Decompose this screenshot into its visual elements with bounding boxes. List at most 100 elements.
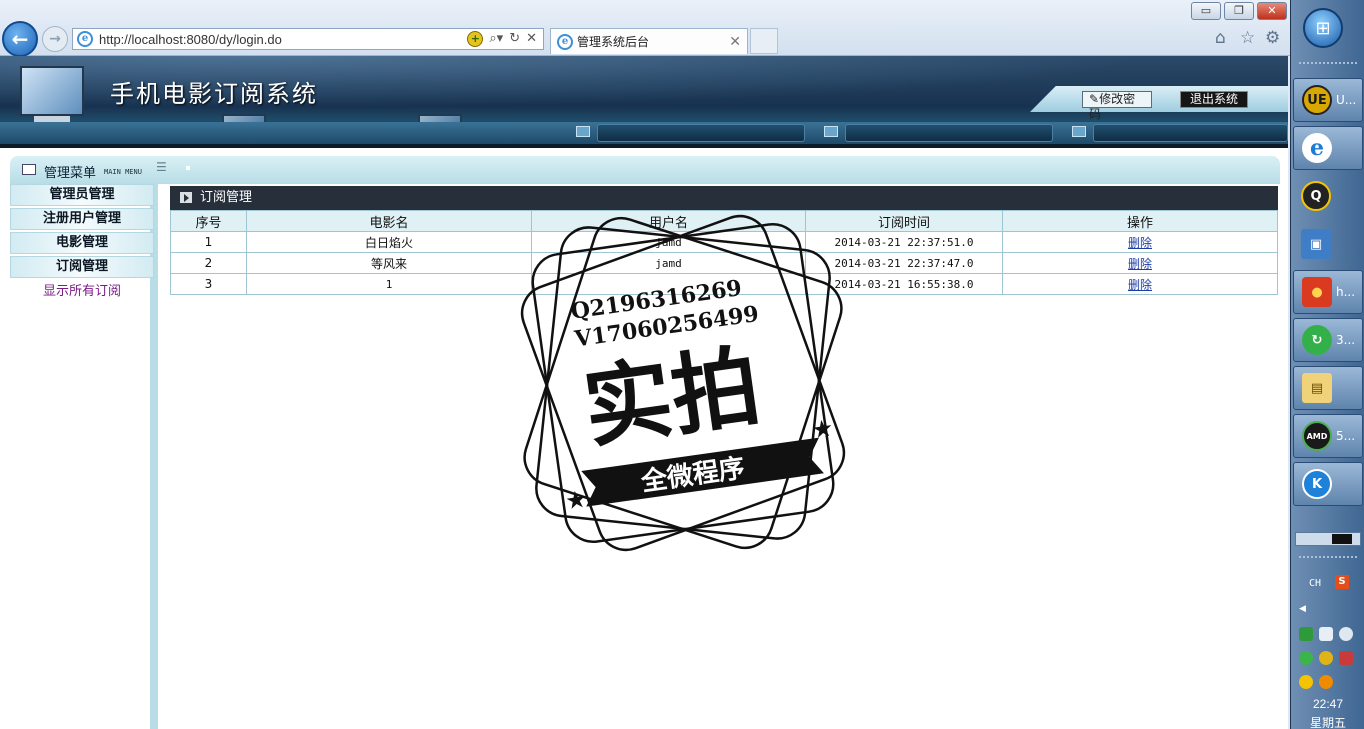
- nav-slot-3[interactable]: [1093, 124, 1288, 142]
- cell-no: 2: [170, 252, 247, 274]
- sidebar-item-movies[interactable]: 电影管理: [10, 232, 154, 254]
- menu-subtitle: MAIN MENU: [104, 168, 142, 176]
- search-icon[interactable]: ⌕▾: [489, 31, 503, 47]
- tab-ie-icon: e: [557, 33, 573, 50]
- sidebar-link-all-subscriptions[interactable]: 显示所有订阅: [10, 280, 154, 299]
- table-row: 1 白日焰火 jamd 2014-03-21 22:37:51.0 删除: [170, 231, 1278, 253]
- delete-link[interactable]: 删除: [1128, 236, 1152, 250]
- taskbar-explorer[interactable]: ▤: [1293, 366, 1363, 410]
- delete-link[interactable]: 删除: [1128, 278, 1152, 292]
- new-tab-button[interactable]: [750, 28, 778, 54]
- cell-movie: 1: [246, 273, 532, 295]
- cell-movie: 白日焰火: [246, 231, 532, 253]
- monitor-logo-icon: [20, 66, 84, 116]
- security-icon[interactable]: [1319, 651, 1333, 665]
- clock-time[interactable]: 22:47: [1291, 697, 1364, 711]
- menu-header-bar: 管理菜单 MAIN MENU ☰: [10, 156, 1280, 184]
- ie-page-icon: e: [77, 31, 93, 47]
- logout-button[interactable]: 退出系统: [1180, 91, 1248, 108]
- taskbar-k-app[interactable]: K: [1293, 462, 1363, 506]
- cell-time: 2014-03-21 22:37:51.0: [805, 231, 1003, 253]
- menu-title: 管理菜单: [44, 166, 97, 181]
- taskbar: ⊞ UE U... e Q ▣ ● h... ↻ 3... ▤ AMD 5...…: [1290, 0, 1364, 729]
- close-window-button[interactable]: ✕: [1257, 2, 1287, 20]
- explorer-icon: ▤: [1302, 373, 1332, 403]
- nav-slot-1[interactable]: [597, 124, 805, 142]
- minimize-button[interactable]: ▭: [1191, 2, 1221, 20]
- volume-icon[interactable]: [1339, 627, 1353, 641]
- network-icon[interactable]: [1339, 651, 1353, 665]
- compatibility-view-icon[interactable]: +: [467, 31, 484, 47]
- table-header-row: 序号 电影名 用户名 订阅时间 操作: [170, 210, 1278, 232]
- screen-icon: [1072, 126, 1086, 137]
- browser-toolbar: ← → e http://localhost:8080/dy/login.do …: [0, 0, 1290, 57]
- usb-icon[interactable]: [1319, 627, 1333, 641]
- qq-tray-icon-2[interactable]: [1319, 675, 1333, 689]
- main-panel: 订阅管理 序号 电影名 用户名 订阅时间 操作 1 白日焰火 jamd 2014…: [170, 186, 1278, 295]
- table-row: 3 1 2014-03-21 16:55:38.0 删除: [170, 273, 1278, 295]
- browser-window: ← → e http://localhost:8080/dy/login.do …: [0, 0, 1290, 729]
- taskbar-ultraedit[interactable]: UE U...: [1293, 78, 1363, 122]
- stop-icon[interactable]: ✕: [526, 31, 537, 47]
- back-button[interactable]: ←: [2, 21, 38, 57]
- taskbar-refresh-app[interactable]: ↻ 3...: [1293, 318, 1363, 362]
- panel-title: 订阅管理: [200, 190, 253, 205]
- play-icon: [180, 192, 192, 203]
- start-button[interactable]: ⊞: [1303, 8, 1343, 48]
- refresh-icon[interactable]: ↻: [509, 31, 520, 47]
- ie-icon: e: [1302, 133, 1332, 163]
- language-indicator[interactable]: CH: [1309, 578, 1321, 589]
- ime-icon[interactable]: S: [1335, 575, 1349, 589]
- screen-icon: [824, 126, 838, 137]
- taskbar-remote[interactable]: ▣: [1293, 222, 1363, 266]
- tab-admin[interactable]: e 管理系统后台 ✕: [550, 28, 748, 54]
- qq-tray-icon[interactable]: [1299, 675, 1313, 689]
- col-header-action: 操作: [1002, 210, 1278, 232]
- taskbar-amd[interactable]: AMD 5...: [1293, 414, 1363, 458]
- pencil-icon: ✎: [1089, 92, 1100, 106]
- sidebar-item-admin[interactable]: 管理员管理: [10, 184, 154, 206]
- cell-movie: 等风来: [246, 252, 532, 274]
- remote-desktop-icon: ▣: [1301, 229, 1331, 259]
- mascot-icon: ●: [1302, 277, 1332, 307]
- cell-time: 2014-03-21 22:37:47.0: [805, 252, 1003, 274]
- content-frame: 管理菜单 MAIN MENU ☰ 管理员管理 注册用户管理 电影管理 订阅管理 …: [0, 150, 1288, 729]
- gear-icon[interactable]: ⚙: [1265, 28, 1280, 48]
- amd-icon: AMD: [1302, 421, 1332, 451]
- menu-panel-icon: [22, 164, 36, 175]
- change-password-button[interactable]: ✎修改密码: [1082, 91, 1152, 121]
- address-bar[interactable]: e http://localhost:8080/dy/login.do + ⌕▾…: [72, 28, 544, 50]
- nav-slot-2[interactable]: [845, 124, 1053, 142]
- sidebar-item-subscriptions[interactable]: 订阅管理: [10, 256, 154, 278]
- sidebar-item-users[interactable]: 注册用户管理: [10, 208, 154, 230]
- delete-link[interactable]: 删除: [1128, 257, 1152, 271]
- maximize-button[interactable]: ❐: [1224, 2, 1254, 20]
- home-icon[interactable]: ⌂: [1215, 28, 1226, 48]
- update-icon[interactable]: [1299, 651, 1313, 665]
- cell-no: 3: [170, 273, 247, 295]
- screen-icon: [576, 126, 590, 137]
- forward-button[interactable]: →: [42, 26, 68, 52]
- taskbar-scroller[interactable]: [1295, 532, 1361, 546]
- cell-user: jamd: [531, 231, 806, 253]
- favorites-icon[interactable]: ☆: [1240, 28, 1255, 48]
- clock-weekday: 星期五: [1309, 716, 1346, 729]
- refresh-app-icon: ↻: [1302, 325, 1332, 355]
- subscription-table: 序号 电影名 用户名 订阅时间 操作 1 白日焰火 jamd 2014-03-2: [170, 210, 1278, 295]
- url-text[interactable]: http://localhost:8080/dy/login.do: [99, 32, 467, 47]
- tray-expand-icon[interactable]: ◀: [1299, 604, 1306, 614]
- cell-time: 2014-03-21 16:55:38.0: [805, 273, 1003, 295]
- shield-icon[interactable]: [1299, 627, 1313, 641]
- page-content: 手机电影订阅系统 ✎修改密码 退出系统 管理菜单 MAIN MENU ☰ 管理员…: [0, 56, 1288, 729]
- taskbar-qq[interactable]: Q: [1293, 174, 1363, 218]
- page-title: 手机电影订阅系统: [110, 80, 318, 108]
- ultraedit-icon: UE: [1302, 85, 1332, 115]
- table-row: 2 等风来 jamd 2014-03-21 22:37:47.0 删除: [170, 252, 1278, 274]
- taskbar-mascot[interactable]: ● h...: [1293, 270, 1363, 314]
- tab-title: 管理系统后台: [577, 35, 650, 49]
- menu-toggle-icon[interactable]: ☰: [156, 160, 167, 174]
- cell-user: jamd: [531, 252, 806, 274]
- tab-close-icon[interactable]: ✕: [729, 34, 741, 50]
- cell-no: 1: [170, 231, 247, 253]
- taskbar-ie[interactable]: e: [1293, 126, 1363, 170]
